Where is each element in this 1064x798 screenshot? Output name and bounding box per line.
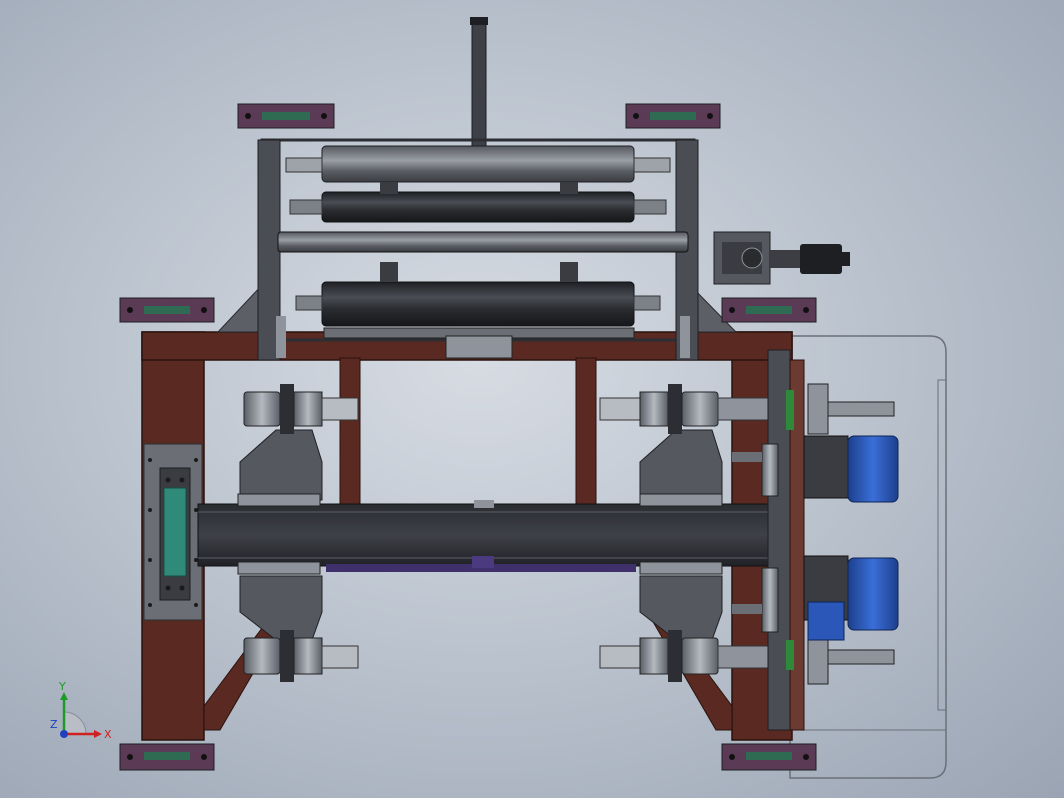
z-axis-label: Z bbox=[50, 718, 58, 731]
foot-mid-left bbox=[119, 297, 215, 323]
coordinate-triad: X Y Z bbox=[50, 680, 112, 741]
x-axis-label: X bbox=[104, 728, 112, 741]
z-axis-dot bbox=[60, 730, 68, 738]
foot-top-left bbox=[237, 103, 335, 129]
foot-mid-right bbox=[721, 297, 817, 323]
main-horizontal-beam bbox=[197, 500, 779, 572]
foot-bottom-left bbox=[119, 743, 215, 771]
foot-top-right bbox=[625, 103, 721, 129]
top-vertical-post bbox=[470, 17, 488, 151]
roller-assembly bbox=[257, 138, 699, 361]
roller-drive-motor bbox=[713, 231, 850, 285]
cad-viewport[interactable]: X Y Z bbox=[0, 0, 1064, 798]
y-axis-label: Y bbox=[58, 680, 66, 693]
foot-bottom-right bbox=[721, 743, 817, 771]
left-side-plate bbox=[143, 443, 203, 621]
